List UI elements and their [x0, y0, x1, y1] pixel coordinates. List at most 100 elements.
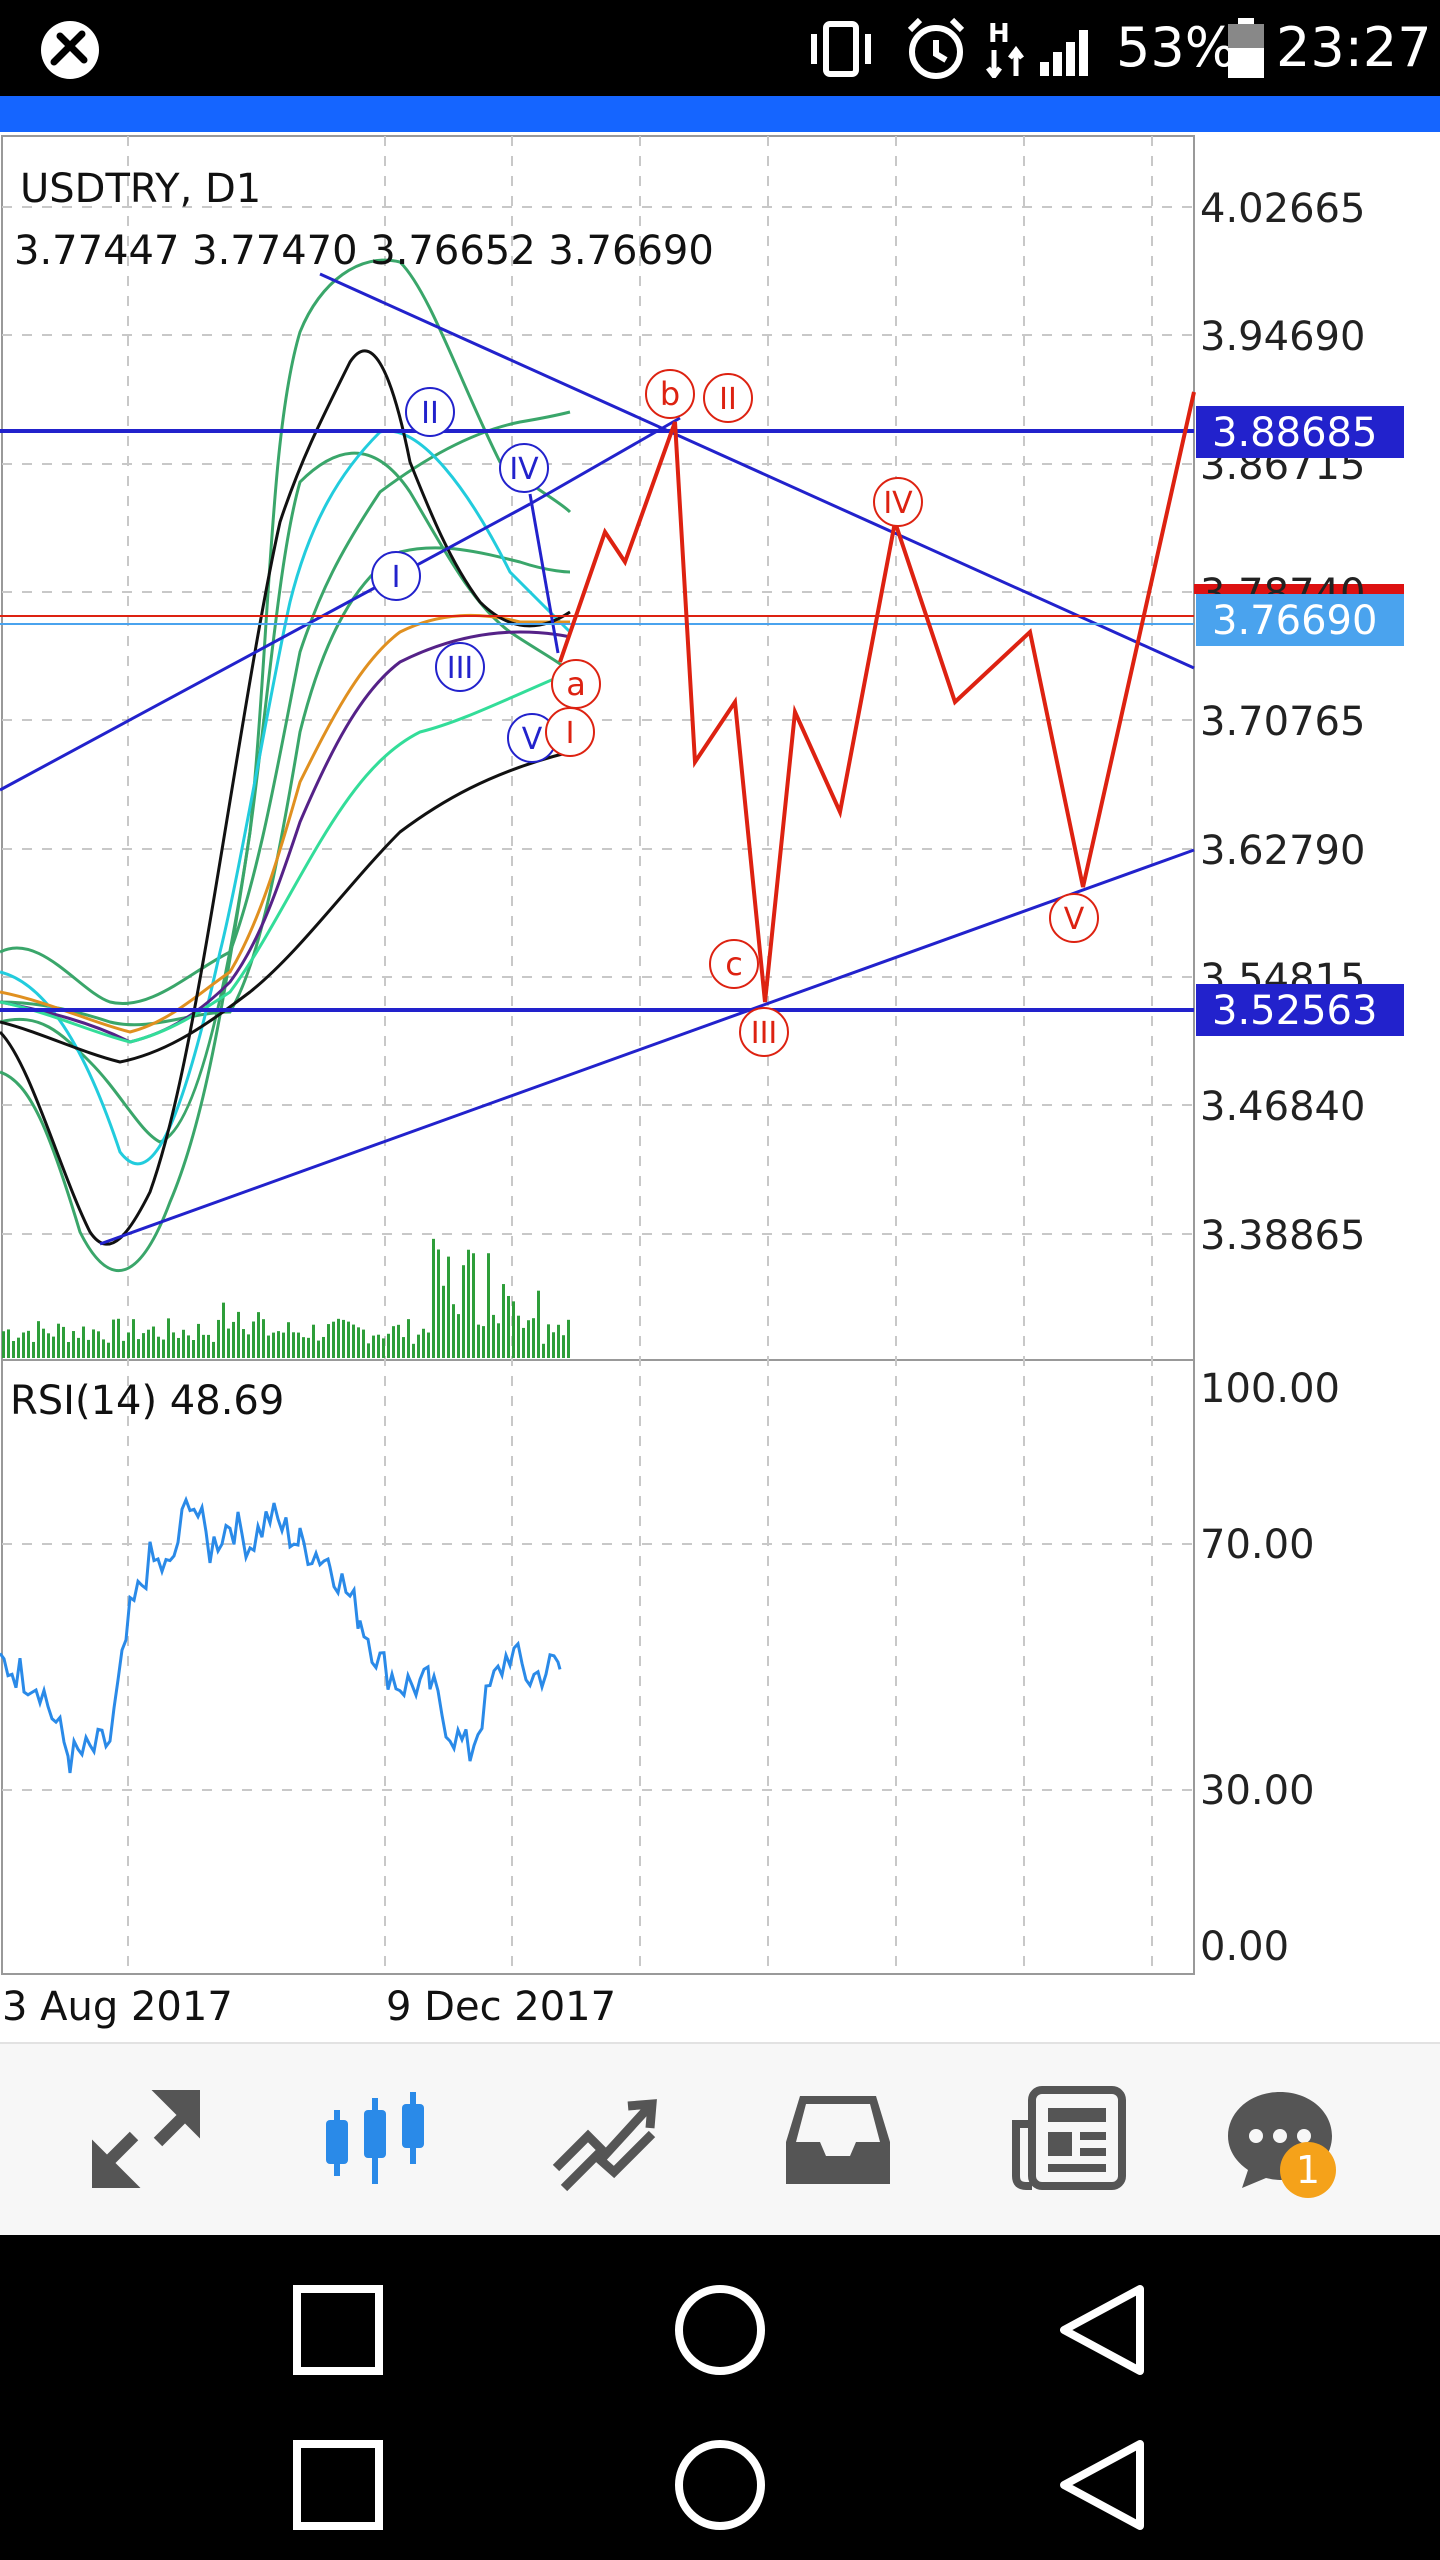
wave-label: II [719, 382, 737, 417]
svg-text:H: H [988, 19, 1010, 49]
volume-bar [532, 1318, 535, 1358]
volume-bar [157, 1336, 160, 1358]
price-tick: 4.02665 [1200, 186, 1365, 232]
volume-bar [512, 1301, 515, 1358]
volume-bar [367, 1343, 370, 1358]
back-icon[interactable] [1048, 2275, 1158, 2385]
volume-bar [222, 1302, 225, 1358]
volume-bar [132, 1319, 135, 1358]
battery-percent: 53% [1116, 16, 1237, 79]
volume-bar [147, 1329, 150, 1358]
volume-bar [172, 1332, 175, 1358]
volume-bar [262, 1319, 265, 1358]
volume-bar [192, 1340, 195, 1358]
trade-tab[interactable] [548, 2084, 668, 2194]
volume-bar [402, 1337, 405, 1358]
price-tick: 3.94690 [1200, 314, 1365, 360]
price-tick: 3.38865 [1200, 1213, 1365, 1259]
volume-bar [2, 1331, 5, 1358]
volume-bar [527, 1320, 530, 1358]
volume-bar [282, 1332, 285, 1358]
wave-label: I [392, 560, 401, 595]
news-icon [1012, 2086, 1126, 2190]
volume-bar [352, 1324, 355, 1358]
chart-tab[interactable] [318, 2084, 438, 2194]
volume-bar [552, 1332, 555, 1358]
volume-bar [427, 1332, 430, 1358]
trade-icon [552, 2099, 657, 2192]
wave-label: III [447, 651, 474, 686]
signal-icon [1040, 30, 1088, 76]
volume-bar [387, 1333, 390, 1358]
volume-bar [97, 1331, 100, 1358]
home-icon[interactable] [665, 2275, 775, 2385]
alarm-icon [907, 17, 965, 79]
chart-canvas[interactable]: II IV I III V b II a I IV c III V USDTRY… [0, 132, 1440, 2042]
volume-bar [292, 1332, 295, 1358]
volume-bar [562, 1335, 565, 1358]
volume-bar [467, 1249, 470, 1358]
rsi-tick: 70.00 [1200, 1522, 1315, 1568]
volume-bar [162, 1339, 165, 1358]
quotes-tab[interactable] [88, 2084, 208, 2194]
volume-bar [317, 1340, 320, 1358]
volume-bar [407, 1319, 410, 1358]
rsi-tick: 0.00 [1200, 1924, 1289, 1970]
volume-bar [207, 1334, 210, 1358]
volume-bar [232, 1321, 235, 1358]
volume-bar [502, 1284, 505, 1358]
volume-bar [72, 1331, 75, 1358]
volume-bar [62, 1326, 65, 1358]
chart-area[interactable]: II IV I III V b II a I IV c III V USDTRY… [0, 132, 1440, 2042]
volume-bar [202, 1334, 205, 1358]
volume-bar [252, 1321, 255, 1358]
volume-bar [302, 1337, 305, 1358]
volume-bar [112, 1319, 115, 1358]
volume-bar [137, 1339, 140, 1358]
volume-bar [372, 1335, 375, 1358]
volume-bar [242, 1329, 245, 1358]
volume-bar [397, 1324, 400, 1358]
volume-bar [442, 1285, 445, 1358]
volume-bar [107, 1342, 110, 1358]
news-tab[interactable] [1008, 2084, 1128, 2194]
volume-bar [267, 1335, 270, 1358]
volume-bar [297, 1332, 300, 1358]
wave-label: V [1064, 902, 1085, 937]
volume-bar [457, 1314, 460, 1358]
volume-bar [32, 1341, 35, 1358]
volume-bar [52, 1336, 55, 1358]
history-tab[interactable] [778, 2084, 898, 2194]
volume-bar [492, 1314, 495, 1358]
volume-bar [57, 1323, 60, 1358]
volume-bar [422, 1328, 425, 1358]
back-icon[interactable] [1048, 2430, 1158, 2540]
volume-bar [217, 1319, 220, 1358]
volume-bar [417, 1334, 420, 1358]
volume-bar [342, 1319, 345, 1358]
volume-bar [152, 1326, 155, 1358]
volume-bar [537, 1290, 540, 1358]
date-label: 3 Aug 2017 [2, 1984, 233, 2030]
clock: 23:27 [1276, 16, 1432, 79]
volume-bar [507, 1295, 510, 1358]
volume-bar [122, 1340, 125, 1358]
volume-bar [277, 1331, 280, 1358]
wave-label: a [566, 665, 586, 703]
volume-bar [177, 1337, 180, 1358]
volume-bar [472, 1253, 475, 1358]
history-icon [786, 2096, 890, 2184]
vibrate-icon [811, 21, 871, 77]
date-label: 9 Dec 2017 [386, 1984, 616, 2030]
wave-label: II [421, 396, 439, 431]
volume-bar [452, 1304, 455, 1358]
home-icon[interactable] [665, 2430, 775, 2540]
support-price: 3.52563 [1212, 988, 1377, 1034]
wave-label: b [660, 375, 680, 413]
volume-bar [257, 1312, 260, 1358]
recents-icon[interactable] [283, 2275, 393, 2385]
wave-label: IV [883, 486, 913, 521]
recents-icon[interactable] [283, 2430, 393, 2540]
volume-bar [67, 1342, 70, 1358]
volume-bar [82, 1326, 85, 1358]
